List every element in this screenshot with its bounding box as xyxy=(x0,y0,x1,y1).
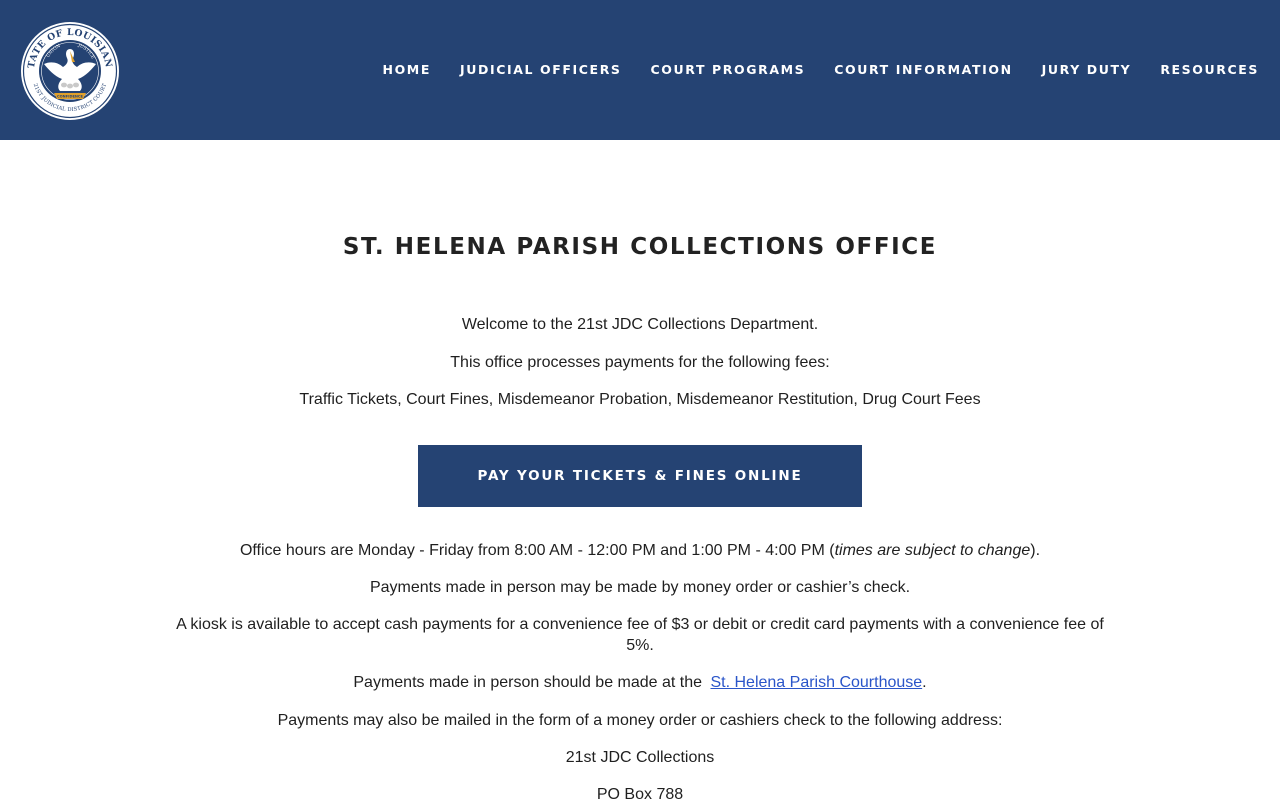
nav-home[interactable]: HOME xyxy=(383,62,431,78)
nav-court-information[interactable]: COURT INFORMATION xyxy=(834,62,1012,78)
address-line-2: PO Box 788 xyxy=(596,786,684,803)
nav-resources[interactable]: RESOURCES xyxy=(1160,62,1259,78)
fees-list-text: Traffic Tickets, Court Fines, Misdemeano… xyxy=(299,391,981,408)
nav-court-programs[interactable]: COURT PROGRAMS xyxy=(651,62,806,78)
location-text: Payments made in person should be made a… xyxy=(140,672,1140,693)
pay-online-button[interactable]: PAY YOUR TICKETS & FINES ONLINE xyxy=(418,445,862,507)
kiosk-text: A kiosk is available to accept cash paym… xyxy=(176,616,1104,654)
address-line-1: 21st JDC Collections xyxy=(565,749,715,766)
site-header: STATE OF LOUISIANA 21ST JUDICIAL DISTRIC… xyxy=(0,0,1280,140)
main-content: ST. HELENA PARISH COLLECTIONS OFFICE Wel… xyxy=(0,140,1280,803)
office-hours-suffix: ). xyxy=(1030,542,1041,559)
office-hours-prefix: Office hours are Monday - Friday from 8:… xyxy=(239,542,835,559)
in-person-payment-text: Payments made in person may be made by m… xyxy=(369,579,911,596)
welcome-text: Welcome to the 21st JDC Collections Depa… xyxy=(461,316,819,333)
courthouse-link[interactable]: St. Helena Parish Courthouse xyxy=(710,674,922,691)
nav-jury-duty[interactable]: JURY DUTY xyxy=(1042,62,1132,78)
mail-text: Payments may also be mailed in the form … xyxy=(277,712,1003,729)
office-hours-text: Office hours are Monday - Friday from 8:… xyxy=(140,540,1140,561)
location-prefix: Payments made in person should be made a… xyxy=(353,674,703,691)
svg-text:CONFIDENCE: CONFIDENCE xyxy=(57,95,84,99)
nav-judicial-officers[interactable]: JUDICIAL OFFICERS xyxy=(460,62,622,78)
page-title: ST. HELENA PARISH COLLECTIONS OFFICE xyxy=(342,234,938,260)
main-nav: HOME JUDICIAL OFFICERS COURT PROGRAMS CO… xyxy=(354,62,1259,78)
louisiana-court-seal-logo[interactable]: STATE OF LOUISIANA 21ST JUDICIAL DISTRIC… xyxy=(20,21,120,121)
processes-text: This office processes payments for the f… xyxy=(450,354,830,371)
location-suffix: . xyxy=(922,674,927,691)
office-hours-note: times are subject to change xyxy=(834,542,1031,559)
